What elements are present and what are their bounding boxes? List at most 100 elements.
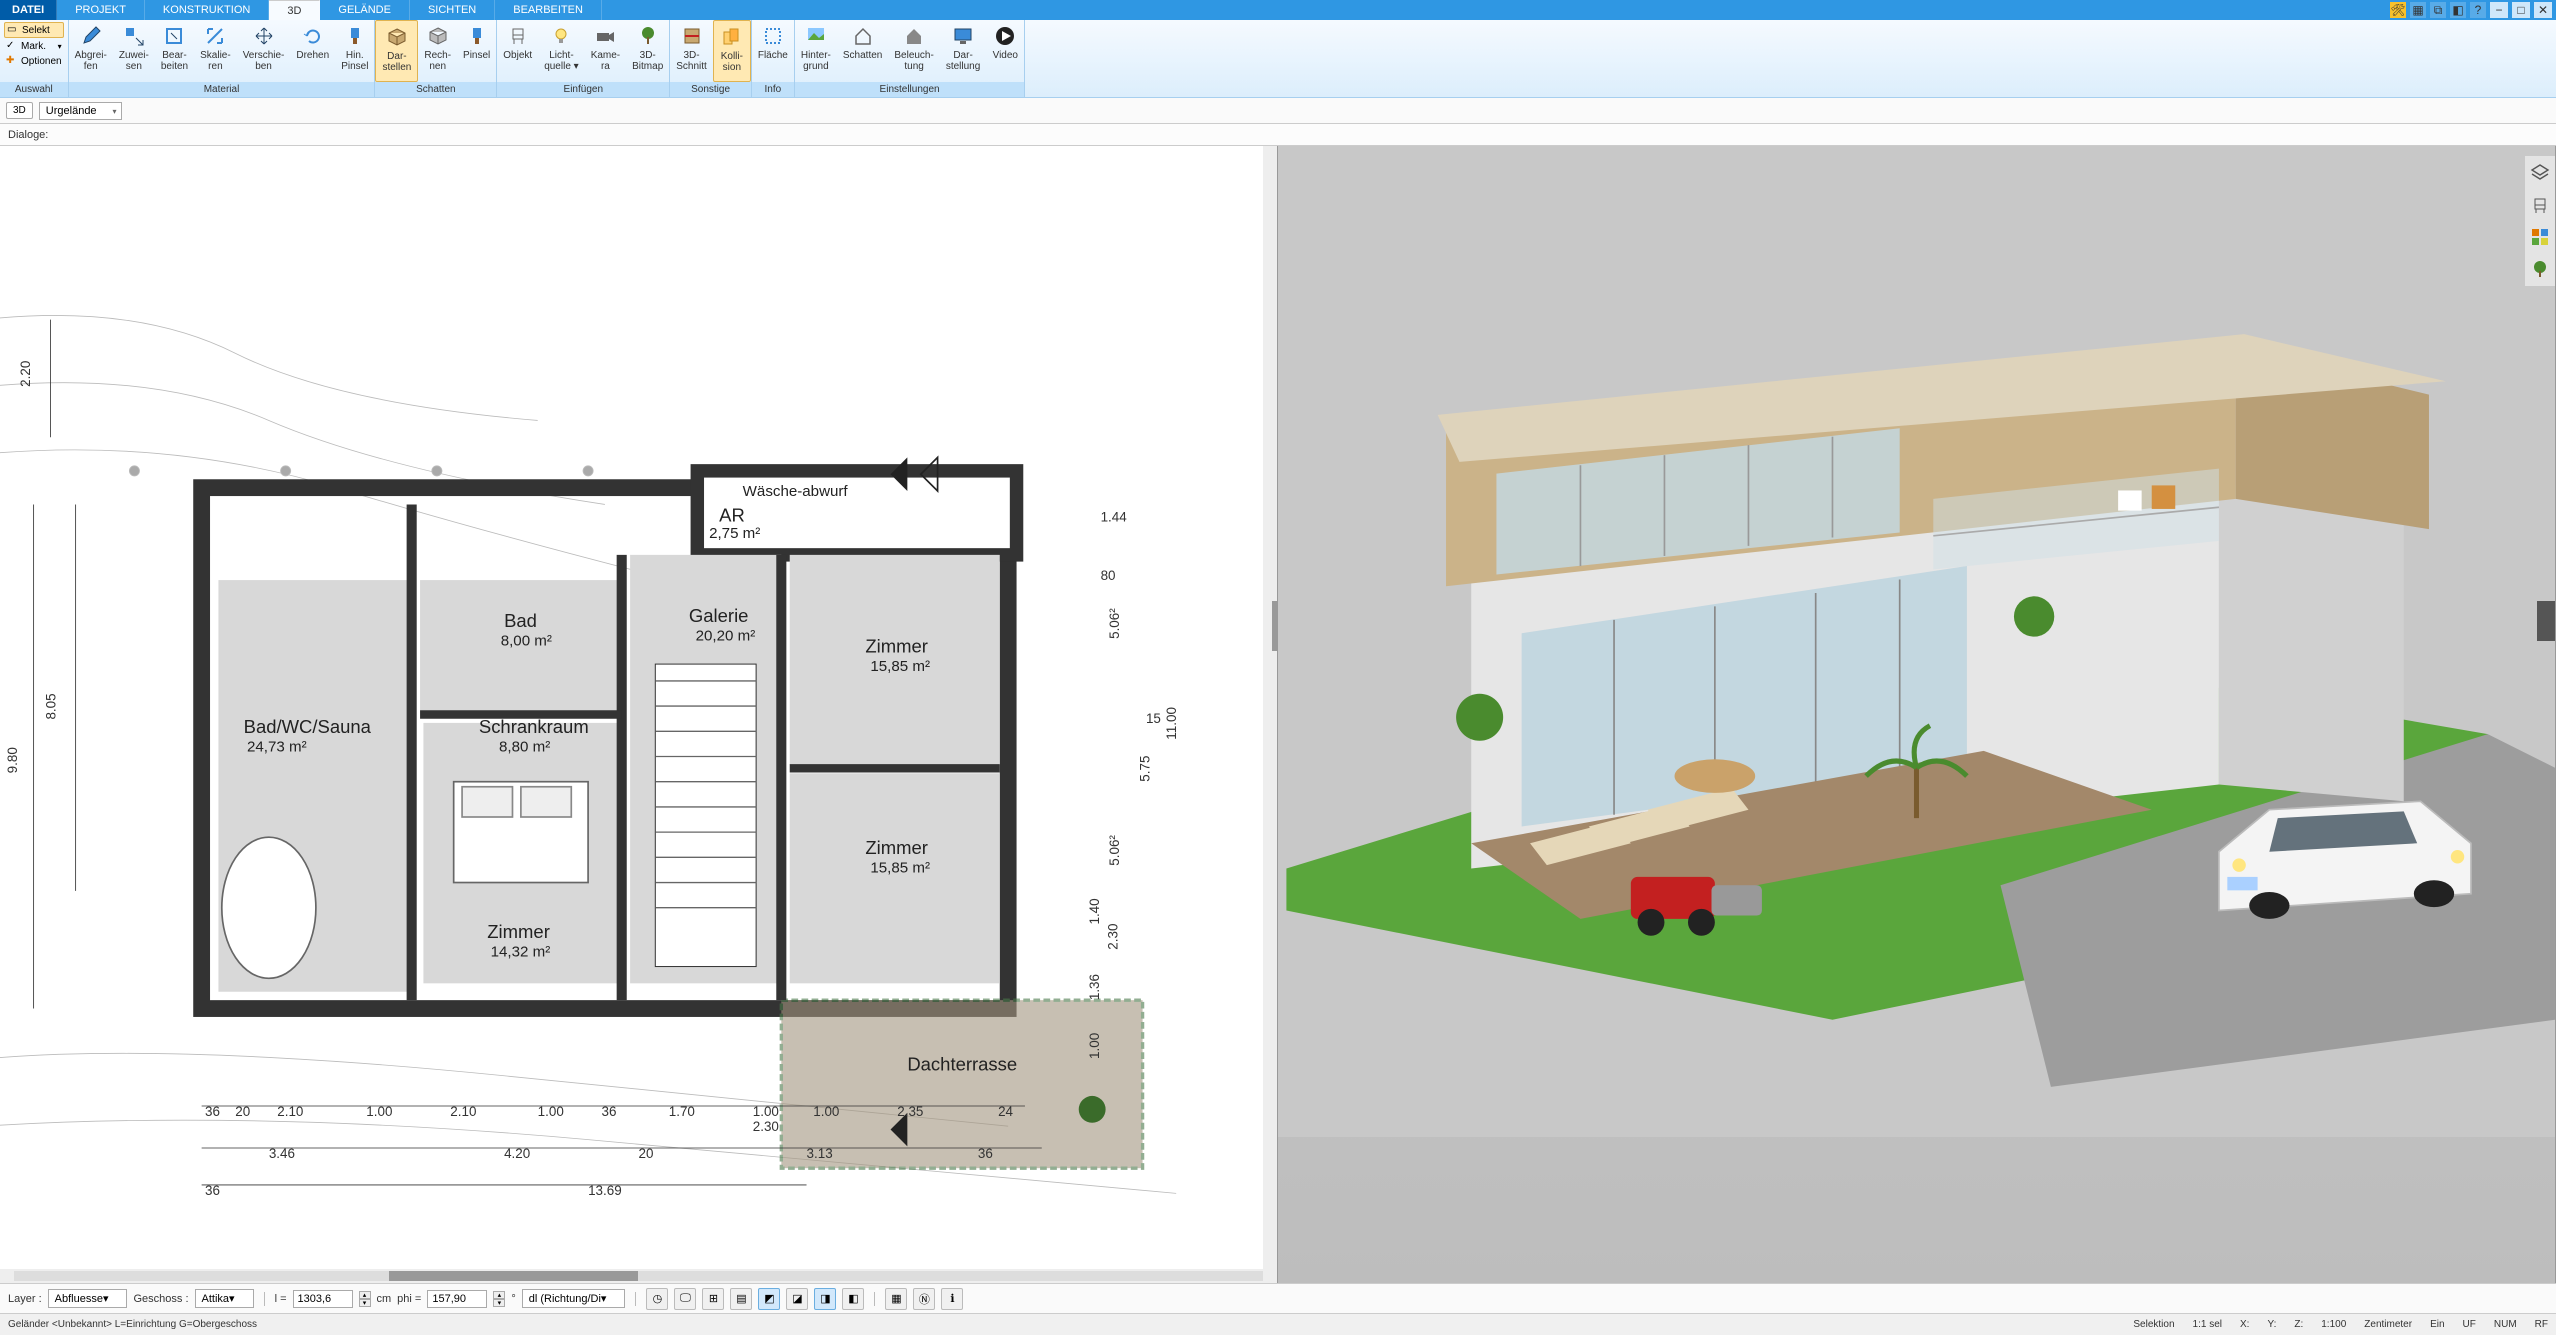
einst-body-btn-0[interactable]: Hinter-grund xyxy=(795,20,837,82)
sonstige-group-label: Sonstige xyxy=(670,82,751,97)
tools-icon[interactable]: 🛠 xyxy=(2390,2,2406,18)
schatten-body-btn-1[interactable]: Rech-nen xyxy=(418,20,457,82)
einfuegen-body-btn-3[interactable]: 3D-Bitmap xyxy=(626,20,669,82)
tab-sichten[interactable]: SICHTEN xyxy=(410,0,495,20)
svg-text:2.20: 2.20 xyxy=(18,361,33,387)
close-icon[interactable]: ✕ xyxy=(2534,2,2552,18)
h-scrollbar-2d[interactable] xyxy=(0,1269,1277,1283)
einfuegen-group-label: Einfügen xyxy=(497,82,669,97)
render-3d-view[interactable] xyxy=(1278,146,2556,1283)
minimize-icon[interactable]: − xyxy=(2490,2,2508,18)
svg-text:3.46: 3.46 xyxy=(269,1146,295,1161)
tab-3d[interactable]: 3D xyxy=(269,0,320,20)
tree-icon[interactable] xyxy=(2529,258,2551,280)
group-einstellungen: Hinter-grundSchattenBeleuch-tungDar-stel… xyxy=(795,20,1025,97)
material-body-btn-5[interactable]: Drehen xyxy=(290,20,335,82)
material-body-btn-4[interactable]: Verschie-ben xyxy=(237,20,291,82)
help-icon[interactable]: ? xyxy=(2470,2,2486,18)
tab-gelaende[interactable]: GELÄNDE xyxy=(320,0,410,20)
schatten-body-btn-0[interactable]: Dar-stellen xyxy=(375,20,418,82)
schatten-group-label: Schatten xyxy=(375,82,496,97)
svg-text:Zimmer: Zimmer xyxy=(865,635,928,656)
group-einfuegen: ObjektLicht-quelle ▾Kame-ra3D-Bitmap Ein… xyxy=(497,20,670,97)
einfuegen-body-btn-1[interactable]: Licht-quelle ▾ xyxy=(538,20,585,82)
chair-icon[interactable] xyxy=(2529,194,2551,216)
geschoss-combo[interactable]: Attika▾ xyxy=(195,1289,254,1308)
menu-bar: DATEI PROJEKT KONSTRUKTION 3D GELÄNDE SI… xyxy=(0,0,2556,20)
svg-text:9.80: 9.80 xyxy=(5,747,20,773)
tab-konstruktion[interactable]: KONSTRUKTION xyxy=(145,0,269,20)
schatten-body-btn-2[interactable]: Pinsel xyxy=(457,20,496,82)
svg-text:1.36: 1.36 xyxy=(1087,974,1102,1000)
tab-datei[interactable]: DATEI xyxy=(0,0,57,20)
layers-icon[interactable] xyxy=(2529,162,2551,184)
status-scale: 1:100 xyxy=(2321,1319,2346,1330)
btn-clock-icon[interactable]: ◷ xyxy=(646,1288,668,1310)
maximize-icon[interactable]: □ xyxy=(2512,2,2530,18)
material-body-btn-2[interactable]: Bear-beiten xyxy=(155,20,194,82)
v-scrollbar-2d[interactable] xyxy=(1263,146,1277,1269)
sonstige-body-btn-1[interactable]: Kolli-sion xyxy=(713,20,751,82)
material-body-btn-6[interactable]: Hin.Pinsel xyxy=(335,20,374,82)
layer-combo[interactable]: Abfluesse▾ xyxy=(48,1289,128,1308)
selekt-button[interactable]: ▭Selekt xyxy=(4,22,64,38)
cube-icon xyxy=(385,25,409,49)
svg-text:5.06²: 5.06² xyxy=(1107,608,1122,639)
svg-text:Zimmer: Zimmer xyxy=(865,837,928,858)
btn-four-squares-icon[interactable]: ⊞ xyxy=(702,1288,724,1310)
btn-plane4-icon[interactable]: ◧ xyxy=(842,1288,864,1310)
svg-text:1.00: 1.00 xyxy=(1087,1033,1102,1059)
material-body-btn-1[interactable]: Zuwei-sen xyxy=(113,20,155,82)
einfuegen-body-btn-2[interactable]: Kame-ra xyxy=(585,20,626,82)
tb-icon-3[interactable]: ⧉ xyxy=(2430,2,2446,18)
dl-combo[interactable]: dl (Richtung/Di▾ xyxy=(522,1289,626,1308)
l-input[interactable] xyxy=(293,1290,353,1308)
l-spinner[interactable]: ▴▾ xyxy=(359,1291,371,1307)
colors-icon[interactable] xyxy=(2529,226,2551,248)
status-ein: Ein xyxy=(2430,1319,2444,1330)
svg-text:1.40: 1.40 xyxy=(1087,898,1102,924)
mark-button[interactable]: ✓Mark.▾ xyxy=(4,39,64,53)
material-body-btn-3[interactable]: Skalie-ren xyxy=(194,20,237,82)
scale-icon xyxy=(203,24,227,48)
geschoss-value: Attika xyxy=(202,1293,230,1305)
pencil-icon xyxy=(79,24,103,48)
phi-input[interactable] xyxy=(427,1290,487,1308)
btn-plane2-icon[interactable]: ◪ xyxy=(786,1288,808,1310)
einst-body-btn-4[interactable]: Video xyxy=(986,20,1024,82)
tb-icon-4[interactable]: ◧ xyxy=(2450,2,2466,18)
tb-icon-2[interactable]: ▦ xyxy=(2410,2,2426,18)
btn-grid-icon[interactable]: ▦ xyxy=(885,1288,907,1310)
terrain-value: Urgelände xyxy=(46,105,97,117)
info-body-btn-0[interactable]: Fläche xyxy=(752,20,794,82)
phi-spinner[interactable]: ▴▾ xyxy=(493,1291,505,1307)
svg-text:Zimmer: Zimmer xyxy=(487,921,550,942)
svg-text:1.00: 1.00 xyxy=(366,1104,392,1119)
status-rf: RF xyxy=(2535,1319,2548,1330)
material-body-btn-0[interactable]: Abgrei-fen xyxy=(69,20,113,82)
svg-text:36: 36 xyxy=(978,1146,993,1161)
einst-body-btn-3[interactable]: Dar-stellung xyxy=(940,20,986,82)
mode-3d-chip[interactable]: 3D xyxy=(6,102,33,119)
svg-text:Wäsche-abwurf: Wäsche-abwurf xyxy=(743,483,849,500)
svg-text:2.30: 2.30 xyxy=(1105,924,1120,950)
btn-stack-icon[interactable]: ▤ xyxy=(730,1288,752,1310)
btn-north-icon[interactable]: Ⓝ xyxy=(913,1288,935,1310)
status-y: Y: xyxy=(2267,1319,2276,1330)
optionen-button[interactable]: ✚Optionen xyxy=(4,54,64,68)
einst-body-btn-1[interactable]: Schatten xyxy=(837,20,888,82)
svg-text:24,73 m²: 24,73 m² xyxy=(247,738,307,755)
right-panel-grip[interactable] xyxy=(2537,601,2555,641)
svg-text:24: 24 xyxy=(998,1104,1013,1119)
btn-plane3-icon[interactable]: ◨ xyxy=(814,1288,836,1310)
btn-plane1-icon[interactable]: ◩ xyxy=(758,1288,780,1310)
tab-projekt[interactable]: PROJEKT xyxy=(57,0,145,20)
plan-2d-view[interactable]: Bad 8,00 m² Galerie 20,20 m² AR 2,75 m² … xyxy=(0,146,1278,1283)
sonstige-body-btn-0[interactable]: 3D-Schnitt xyxy=(670,20,713,82)
terrain-combo[interactable]: Urgelände▾ xyxy=(39,102,122,120)
einfuegen-body-btn-0[interactable]: Objekt xyxy=(497,20,538,82)
einst-body-btn-2[interactable]: Beleuch-tung xyxy=(888,20,939,82)
btn-info-icon[interactable]: ℹ xyxy=(941,1288,963,1310)
tab-bearbeiten[interactable]: BEARBEITEN xyxy=(495,0,602,20)
btn-monitor-icon[interactable]: 🖵 xyxy=(674,1288,696,1310)
